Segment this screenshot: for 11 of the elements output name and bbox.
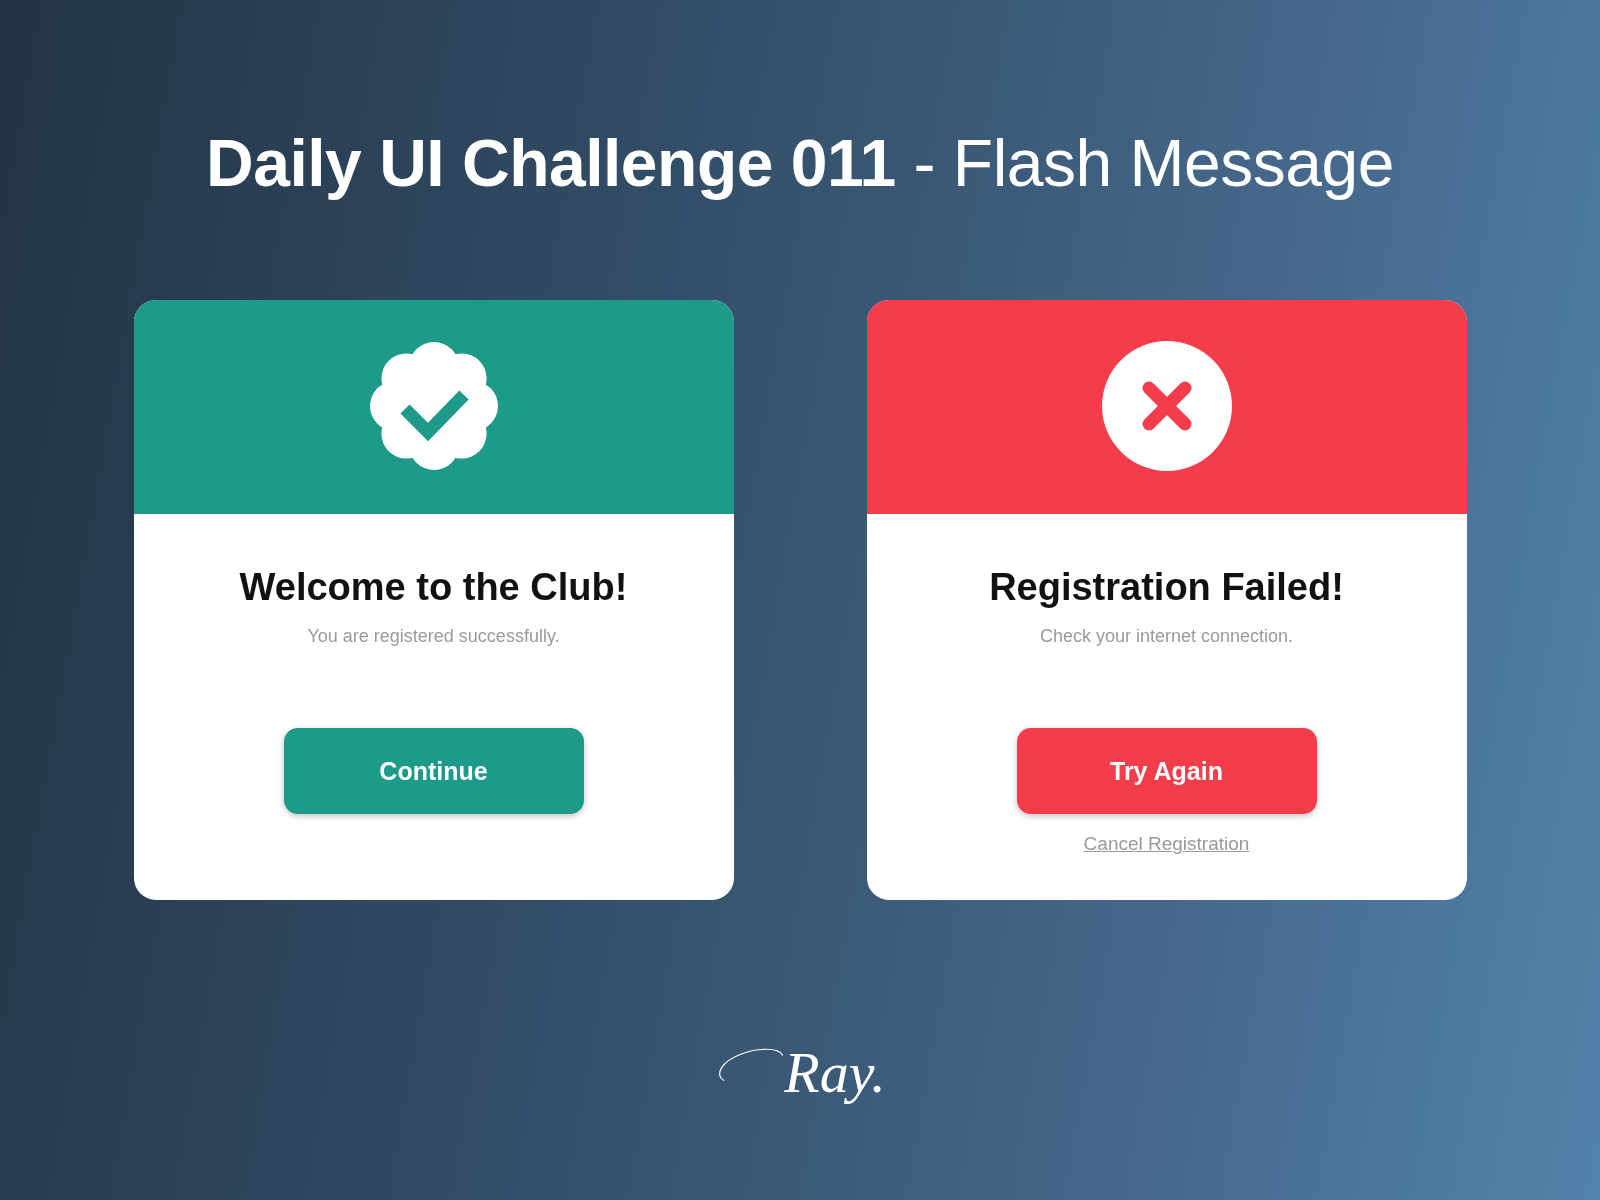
cancel-link[interactable]: Cancel Registration [1083,831,1250,857]
card-message: You are registered successfully. [307,625,560,648]
page-title: Daily UI Challenge 011 - Flash Message [206,125,1394,202]
signature-text: Ray. [784,1039,886,1107]
action-button[interactable]: Continue [283,728,584,814]
card-heading: Registration Failed! [989,565,1344,610]
check-badge-icon [368,341,499,471]
action-button[interactable]: Try Again [1016,728,1317,814]
x-circle-icon [1101,341,1232,471]
card-message: Check your internet connection. [1039,625,1294,648]
card-heading: Welcome to the Club! [239,565,628,610]
